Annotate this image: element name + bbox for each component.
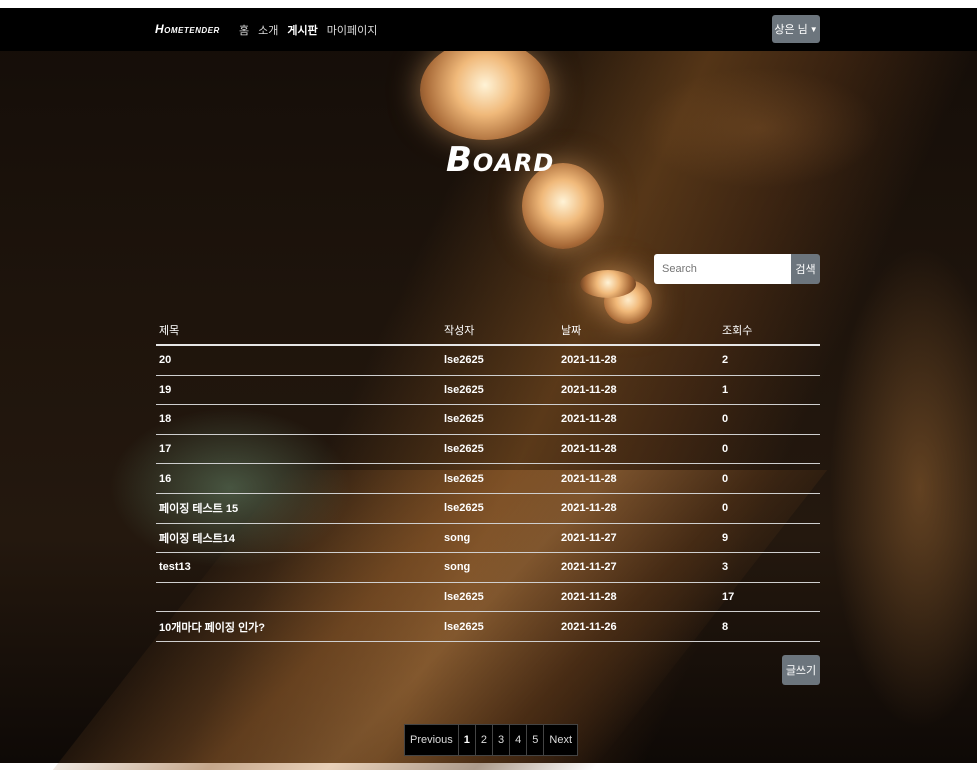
table-row[interactable]: 20 lse2625 2021-11-28 2 xyxy=(156,345,820,376)
table-row[interactable]: 페이징 테스트14 song 2021-11-27 9 xyxy=(156,523,820,554)
nav-link-mypage[interactable]: 마이페이지 xyxy=(327,22,378,38)
table-header-row: 제목 작성자 날짜 조회수 xyxy=(156,316,820,346)
post-title[interactable]: 페이징 테스트 15 xyxy=(156,493,441,524)
search-button[interactable]: 검색 xyxy=(791,254,820,284)
nav-link-home[interactable]: 홈 xyxy=(239,22,249,38)
lamp-decoration xyxy=(580,270,636,298)
search-input[interactable] xyxy=(654,254,791,284)
lamp-decoration xyxy=(420,40,550,140)
post-author: lse2625 xyxy=(441,434,558,465)
table-row[interactable]: 10개마다 페이징 인가? lse2625 2021-11-26 8 xyxy=(156,611,820,642)
nav-link-board[interactable]: 게시판 xyxy=(287,22,317,38)
post-author: lse2625 xyxy=(441,582,558,613)
post-views: 2 xyxy=(719,345,820,376)
post-date: 2021-11-28 xyxy=(558,345,719,376)
post-date: 2021-11-28 xyxy=(558,493,719,524)
table-row[interactable]: 18 lse2625 2021-11-28 0 xyxy=(156,404,820,435)
pagination-page-2[interactable]: 2 xyxy=(476,725,494,755)
brand-logo[interactable]: Hometender xyxy=(155,22,220,36)
post-views: 0 xyxy=(719,463,820,494)
post-views: 17 xyxy=(719,582,820,613)
post-author: lse2625 xyxy=(441,345,558,376)
header-date: 날짜 xyxy=(558,316,719,346)
post-date: 2021-11-27 xyxy=(558,523,719,554)
post-date: 2021-11-28 xyxy=(558,404,719,435)
board-table: 제목 작성자 날짜 조회수 20 lse2625 2021-11-28 2 19… xyxy=(156,316,820,642)
post-author: lse2625 xyxy=(441,463,558,494)
table-row[interactable]: test13 song 2021-11-27 3 xyxy=(156,552,820,583)
pagination-next[interactable]: Next xyxy=(544,725,577,755)
pagination-previous[interactable]: Previous xyxy=(405,725,459,755)
pagination-page-1[interactable]: 1 xyxy=(459,725,476,755)
post-views: 3 xyxy=(719,552,820,583)
caret-down-icon: ▼ xyxy=(809,24,818,34)
table-row[interactable]: 17 lse2625 2021-11-28 0 xyxy=(156,434,820,465)
post-title[interactable]: 20 xyxy=(156,345,441,376)
nav-link-about[interactable]: 소개 xyxy=(258,22,278,38)
post-views: 0 xyxy=(719,404,820,435)
write-post-button[interactable]: 글쓰기 xyxy=(782,655,820,685)
pagination: Previous 1 2 3 4 5 Next xyxy=(404,724,579,756)
post-title[interactable]: 19 xyxy=(156,375,441,406)
user-menu-button[interactable]: 상은 님 ▼ xyxy=(772,15,820,43)
post-title[interactable]: 18 xyxy=(156,404,441,435)
post-views: 1 xyxy=(719,375,820,406)
table-row[interactable]: lse2625 2021-11-28 17 xyxy=(156,582,820,613)
post-views: 9 xyxy=(719,523,820,554)
post-title[interactable]: 17 xyxy=(156,434,441,465)
pagination-page-4[interactable]: 4 xyxy=(510,725,528,755)
post-date: 2021-11-28 xyxy=(558,463,719,494)
post-author: lse2625 xyxy=(441,611,558,642)
post-date: 2021-11-28 xyxy=(558,434,719,465)
page-title: Board xyxy=(446,140,555,180)
post-views: 0 xyxy=(719,493,820,524)
pagination-page-3[interactable]: 3 xyxy=(493,725,511,755)
pagination-page-5[interactable]: 5 xyxy=(527,725,545,755)
post-date: 2021-11-28 xyxy=(558,582,719,613)
nav-links: 홈 소개 게시판 마이페이지 xyxy=(239,22,377,38)
header-author: 작성자 xyxy=(441,316,558,346)
post-author: lse2625 xyxy=(441,375,558,406)
top-navbar xyxy=(0,8,977,51)
post-title[interactable]: test13 xyxy=(156,552,441,583)
post-date: 2021-11-27 xyxy=(558,552,719,583)
header-title: 제목 xyxy=(156,316,441,346)
post-views: 8 xyxy=(719,611,820,642)
table-row[interactable]: 19 lse2625 2021-11-28 1 xyxy=(156,375,820,406)
post-author: lse2625 xyxy=(441,493,558,524)
post-views: 0 xyxy=(719,434,820,465)
post-author: lse2625 xyxy=(441,404,558,435)
table-row[interactable]: 16 lse2625 2021-11-28 0 xyxy=(156,463,820,494)
post-title[interactable]: 10개마다 페이징 인가? xyxy=(156,611,441,642)
table-row[interactable]: 페이징 테스트 15 lse2625 2021-11-28 0 xyxy=(156,493,820,524)
header-views: 조회수 xyxy=(719,316,820,346)
post-title[interactable]: 페이징 테스트14 xyxy=(156,523,441,554)
user-menu-label: 상은 님 xyxy=(774,24,808,36)
post-date: 2021-11-28 xyxy=(558,375,719,406)
post-title[interactable]: 16 xyxy=(156,463,441,494)
post-author: song xyxy=(441,552,558,583)
post-title[interactable] xyxy=(156,582,441,613)
post-date: 2021-11-26 xyxy=(558,611,719,642)
post-author: song xyxy=(441,523,558,554)
